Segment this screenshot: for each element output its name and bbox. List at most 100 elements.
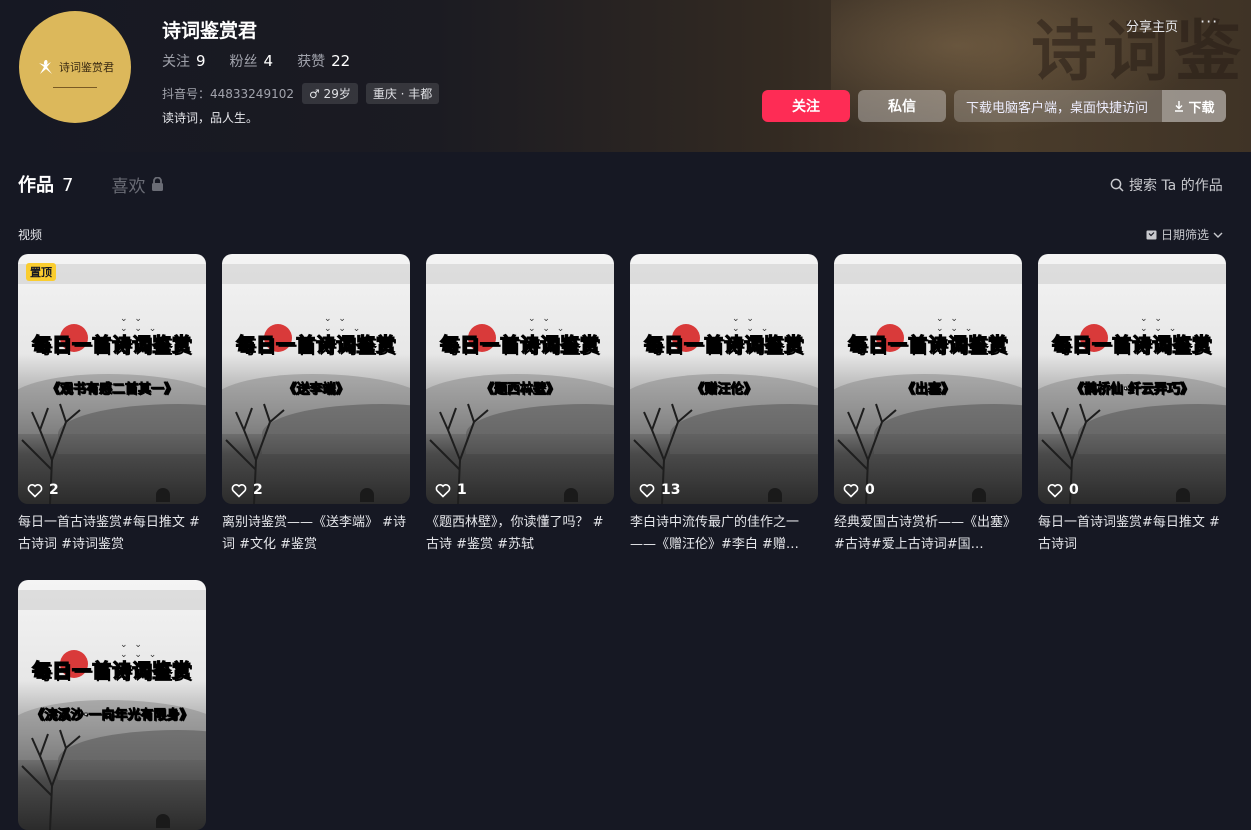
video-thumbnail[interactable]: ⌄ ⌄ ⌄ ⌄ ⌄ 每日一首诗词鉴赏 《题西林壁》 1	[426, 254, 614, 504]
video-card[interactable]: ⌄ ⌄ ⌄ ⌄ ⌄ 每日一首诗词鉴赏 《出塞》 0 经典爱国古诗赏析——《出塞》#…	[834, 254, 1022, 556]
profile-tabs: 作品 7 喜欢	[18, 171, 164, 197]
video-likes: 13	[639, 482, 680, 498]
video-like-count: 13	[661, 482, 681, 498]
video-likes: 0	[1047, 482, 1079, 498]
video-thumbnail[interactable]: ⌄ ⌄ ⌄ ⌄ ⌄ 每日一首诗词鉴赏 《赠汪伦》 13	[630, 254, 818, 504]
download-client-text: 下载电脑客户端，桌面快捷访问	[966, 100, 1149, 116]
video-card[interactable]: ⌄ ⌄ ⌄ ⌄ ⌄ 每日一首诗词鉴赏 《浣溪沙·一向年光有限身》	[18, 580, 206, 830]
thumbnail-subtitle: 《送李端》	[283, 382, 349, 398]
video-thumbnail[interactable]: ⌄ ⌄ ⌄ ⌄ ⌄ 每日一首诗词鉴赏 《出塞》 0	[834, 254, 1022, 504]
download-client-bar: 下载电脑客户端，桌面快捷访问 下载	[954, 90, 1226, 122]
thumbnail-figure	[360, 488, 374, 502]
date-filter[interactable]: 日期筛选	[1146, 226, 1223, 243]
thumbnail-figure	[156, 814, 170, 828]
likes-stat: 获赞 22	[297, 52, 351, 70]
chevron-down-icon	[1213, 232, 1223, 238]
video-thumbnail[interactable]: ⌄ ⌄ ⌄ ⌄ ⌄ 每日一首诗词鉴赏 《送李端》 2	[222, 254, 410, 504]
thumbnail-title: 每日一首诗词鉴赏	[1051, 333, 1212, 356]
heart-icon	[27, 483, 43, 498]
thumbnail-subtitle: 《观书有感二首其一》	[46, 382, 178, 398]
calendar-icon	[1146, 230, 1157, 240]
thumbnail-subtitle: 《出塞》	[901, 382, 955, 398]
video-like-count: 0	[865, 482, 875, 498]
profile-header: 诗词鉴 诗词鉴赏君 诗词鉴赏君 关注 9 粉丝 4 获赞 22 抖音号：4483324…	[0, 0, 1251, 152]
pinned-badge: 置顶	[26, 263, 56, 281]
douyin-id: 抖音号：44833249102	[162, 87, 294, 101]
video-like-count: 2	[49, 482, 59, 498]
video-likes: 2	[231, 482, 263, 498]
thumbnail-fog	[1038, 264, 1226, 284]
video-likes: 0	[843, 482, 875, 498]
thumbnail-fog	[18, 590, 206, 610]
video-like-count: 2	[253, 482, 263, 498]
thumbnail-fog	[222, 264, 410, 284]
thumbnail-figure	[564, 488, 578, 502]
avatar-text: 诗词鉴赏君	[59, 61, 114, 74]
video-thumbnail[interactable]: ⌄ ⌄ ⌄ ⌄ ⌄ 每日一首诗词鉴赏 《浣溪沙·一向年光有限身》	[18, 580, 206, 830]
download-button[interactable]: 下载	[1162, 90, 1226, 122]
search-icon	[1110, 178, 1124, 192]
avatar[interactable]: 诗词鉴赏君	[19, 11, 131, 123]
heart-icon	[1047, 483, 1063, 498]
thumbnail-subtitle: 《浣溪沙·一向年光有限身》	[31, 708, 193, 724]
thumbnail-title: 每日一首诗词鉴赏	[31, 659, 192, 682]
heart-icon	[843, 483, 859, 498]
avatar-underline	[53, 87, 97, 88]
thumbnail-title: 每日一首诗词鉴赏	[31, 333, 192, 356]
thumbnail-tree	[21, 729, 81, 830]
video-card[interactable]: ⌄ ⌄ ⌄ ⌄ ⌄ 每日一首诗词鉴赏 《送李端》 2 离别诗鉴赏——《送李端》 #…	[222, 254, 410, 556]
thumbnail-figure	[972, 488, 986, 502]
profile-stats: 关注 9 粉丝 4 获赞 22	[162, 51, 350, 71]
profile-bio: 读诗词，品人生。	[162, 111, 259, 125]
tab-works[interactable]: 作品 7	[18, 171, 73, 197]
thumbnail-fog	[426, 264, 614, 284]
profile-meta: 抖音号：44833249102 ♂ 29岁 重庆 · 丰都	[162, 83, 440, 104]
thumbnail-subtitle: 《赠汪伦》	[691, 382, 757, 398]
video-like-count: 0	[1069, 482, 1079, 498]
video-description[interactable]: 《题西林壁》，你读懂了吗？ #古诗 #鉴赏 #苏轼	[426, 512, 614, 556]
heart-icon	[639, 483, 655, 498]
video-description[interactable]: 离别诗鉴赏——《送李端》 #诗词 #文化 #鉴赏	[222, 512, 410, 556]
thumbnail-title: 每日一首诗词鉴赏	[643, 333, 804, 356]
thumbnail-fog	[630, 264, 818, 284]
share-profile-button[interactable]: 分享主页	[1126, 16, 1178, 35]
video-card[interactable]: ⌄ ⌄ ⌄ ⌄ ⌄ 每日一首诗词鉴赏 《赠汪伦》 13 李白诗中流传最广的佳作之一…	[630, 254, 818, 556]
video-card[interactable]: ⌄ ⌄ ⌄ ⌄ ⌄ 每日一首诗词鉴赏 《观书有感二首其一》 置顶 2 每日一首古诗…	[18, 254, 206, 556]
thumbnail-figure	[156, 488, 170, 502]
video-like-count: 1	[457, 482, 467, 498]
heart-icon	[435, 483, 451, 498]
tab-likes[interactable]: 喜欢	[111, 172, 164, 197]
video-description[interactable]: 每日一首诗词鉴赏#每日推文 #古诗词	[1038, 512, 1226, 556]
followers-stat[interactable]: 粉丝 4	[230, 51, 274, 71]
thumbnail-subtitle: 《题西林壁》	[480, 382, 560, 398]
username: 诗词鉴赏君	[162, 20, 258, 42]
message-button[interactable]: 私信	[858, 90, 946, 122]
thumbnail-title: 每日一首诗词鉴赏	[235, 333, 396, 356]
age-tag: ♂ 29岁	[301, 83, 358, 104]
video-likes: 1	[435, 482, 467, 498]
download-icon	[1175, 101, 1184, 112]
video-description[interactable]: 李白诗中流传最广的佳作之一——《赠汪伦》#李白 #赠…	[630, 512, 818, 556]
heart-icon	[231, 483, 247, 498]
more-options-icon[interactable]: ···	[1200, 12, 1218, 31]
video-description[interactable]: 经典爱国古诗赏析——《出塞》#古诗#爱上古诗词#国…	[834, 512, 1022, 556]
location-tag: 重庆 · 丰都	[365, 83, 440, 104]
video-likes: 2	[27, 482, 59, 498]
thumbnail-fog	[834, 264, 1022, 284]
video-thumbnail[interactable]: ⌄ ⌄ ⌄ ⌄ ⌄ 每日一首诗词鉴赏 《观书有感二首其一》 置顶 2	[18, 254, 206, 504]
lock-icon	[152, 176, 164, 191]
dancer-icon	[39, 60, 52, 74]
thumbnail-title: 每日一首诗词鉴赏	[847, 333, 1008, 356]
video-description[interactable]: 每日一首古诗鉴赏#每日推文 #古诗词 #诗词鉴赏	[18, 512, 206, 556]
thumbnail-figure	[1176, 488, 1190, 502]
videos-section-label: 视频	[18, 228, 43, 242]
video-card[interactable]: ⌄ ⌄ ⌄ ⌄ ⌄ 每日一首诗词鉴赏 《鹊桥仙·纤云弄巧》 0 每日一首诗词鉴赏#…	[1038, 254, 1226, 556]
video-card[interactable]: ⌄ ⌄ ⌄ ⌄ ⌄ 每日一首诗词鉴赏 《题西林壁》 1 《题西林壁》，你读懂了吗？…	[426, 254, 614, 556]
following-stat[interactable]: 关注 9	[162, 51, 206, 71]
search-works[interactable]: 搜索 Ta 的作品	[1110, 175, 1223, 195]
thumbnail-figure	[768, 488, 782, 502]
thumbnail-title: 每日一首诗词鉴赏	[439, 333, 600, 356]
follow-button[interactable]: 关注	[762, 90, 850, 122]
video-thumbnail[interactable]: ⌄ ⌄ ⌄ ⌄ ⌄ 每日一首诗词鉴赏 《鹊桥仙·纤云弄巧》 0	[1038, 254, 1226, 504]
thumbnail-subtitle: 《鹊桥仙·纤云弄巧》	[1071, 382, 1194, 398]
